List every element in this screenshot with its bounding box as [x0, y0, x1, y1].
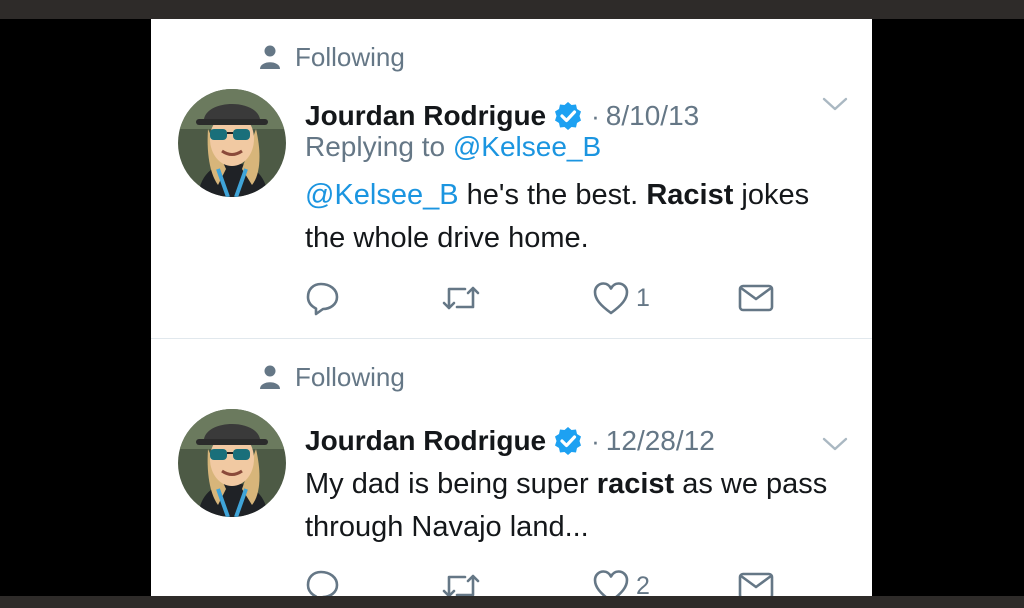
direct-message-icon — [738, 572, 774, 596]
like-heart-icon — [593, 282, 629, 315]
person-icon — [260, 365, 280, 389]
retweet-icon — [442, 286, 480, 310]
author-name[interactable]: Jourdan Rodrigue — [305, 100, 546, 132]
avatar[interactable] — [178, 409, 286, 517]
like-button[interactable]: 2 — [592, 566, 650, 596]
reply-button[interactable] — [305, 566, 347, 596]
avatar[interactable] — [178, 89, 286, 197]
like-count: 2 — [636, 571, 650, 597]
like-count: 1 — [636, 283, 650, 312]
tweet-actions: 1 — [305, 278, 785, 318]
mention-link[interactable]: @Kelsee_B — [305, 179, 459, 211]
person-icon — [260, 45, 280, 69]
like-button[interactable]: 1 — [592, 278, 650, 318]
retweet-button[interactable] — [441, 566, 487, 596]
tweet-actions: 2 — [305, 566, 785, 596]
tweet-timeline: Following Jourdan Rodrigue · 8/10/13 Rep… — [151, 19, 872, 596]
reply-icon — [306, 570, 339, 596]
tweet-date[interactable]: 8/10/13 — [606, 100, 699, 132]
replying-to-handle[interactable]: @Kelsee_B — [453, 131, 601, 162]
tweet-text-bold: racist — [596, 468, 675, 500]
direct-message-icon — [738, 284, 774, 312]
tweet-date[interactable]: 12/28/12 — [606, 425, 715, 457]
social-context-label: Following — [295, 361, 405, 392]
tweet-text-bold: Racist — [646, 179, 734, 211]
author-name[interactable]: Jourdan Rodrigue — [305, 425, 546, 457]
chevron-down-icon[interactable] — [822, 96, 848, 112]
retweet-button[interactable] — [441, 278, 487, 318]
reply-button[interactable] — [305, 278, 347, 318]
top-frame-bar — [0, 0, 1024, 19]
header-separator: · — [591, 425, 600, 456]
replying-to-label: Replying to — [305, 131, 446, 162]
social-context: Following — [259, 41, 405, 73]
reply-icon — [306, 282, 339, 316]
tweet-text-segment: My dad is being super — [305, 468, 597, 500]
chevron-down-icon[interactable] — [822, 436, 848, 452]
tweet-text: My dad is being super racist as we pass … — [305, 463, 845, 549]
verified-badge-icon — [555, 427, 582, 455]
tweet-text-segment: he's the best. — [458, 179, 647, 211]
tweet-header: Jourdan Rodrigue · 12/28/12 — [305, 422, 715, 460]
header-separator: · — [591, 100, 600, 131]
tweet-header: Jourdan Rodrigue · 8/10/13 — [305, 97, 699, 135]
bottom-frame-bar — [0, 596, 1024, 608]
tweet-text: @Kelsee_B he's the best. Racist jokes th… — [305, 174, 845, 260]
direct-message-button[interactable] — [737, 278, 775, 318]
social-context-label: Following — [295, 41, 405, 72]
direct-message-button[interactable] — [737, 566, 775, 596]
social-context: Following — [259, 361, 405, 393]
replying-to: Replying to @Kelsee_B — [305, 131, 601, 163]
like-heart-icon — [593, 570, 629, 596]
retweet-icon — [442, 574, 480, 596]
verified-badge-icon — [555, 102, 582, 130]
tweet-divider — [151, 338, 872, 339]
